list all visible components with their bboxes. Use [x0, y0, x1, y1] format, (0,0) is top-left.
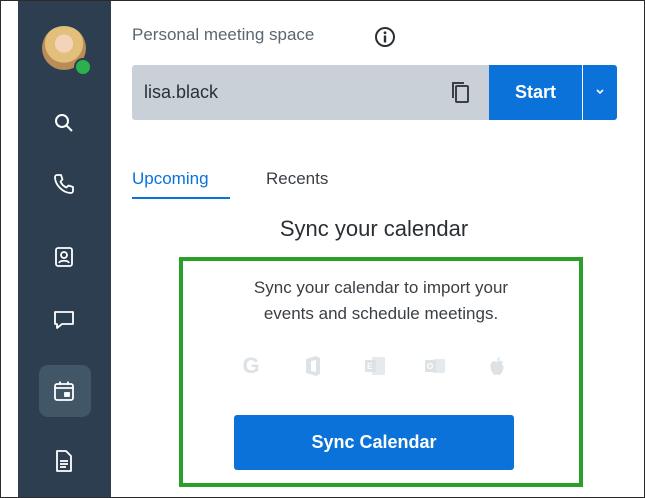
- start-options-dropdown[interactable]: [583, 65, 617, 120]
- chevron-down-icon: [594, 84, 606, 102]
- main-panel: Personal meeting space lisa.black Start …: [111, 1, 644, 497]
- sync-calendar-button[interactable]: Sync Calendar: [234, 415, 514, 470]
- tab-active-indicator: [132, 197, 230, 199]
- sync-description: Sync your calendar to import your events…: [183, 275, 579, 327]
- info-icon[interactable]: [374, 26, 396, 48]
- svg-text:O: O: [427, 362, 433, 371]
- exchange-icon: E: [362, 353, 388, 379]
- outlook-icon: O: [422, 353, 448, 379]
- meeting-link-field[interactable]: lisa.black: [132, 65, 489, 120]
- meeting-link-value: lisa.black: [144, 82, 219, 102]
- calendar-icon[interactable]: [46, 373, 82, 409]
- start-meeting-button[interactable]: Start: [489, 65, 582, 120]
- sync-calendar-panel: Sync your calendar to import your events…: [179, 257, 583, 487]
- sync-description-line1: Sync your calendar to import your: [253, 278, 509, 297]
- notes-icon[interactable]: [46, 443, 82, 479]
- avatar[interactable]: [42, 26, 92, 76]
- copy-icon[interactable]: [448, 79, 474, 107]
- app-window: Personal meeting space lisa.black Start …: [0, 0, 645, 498]
- phone-icon[interactable]: [46, 166, 82, 202]
- sidebar: [18, 1, 111, 497]
- chat-icon[interactable]: [46, 302, 82, 338]
- tab-upcoming[interactable]: Upcoming: [132, 169, 209, 189]
- sync-description-line2: events and schedule meetings.: [263, 304, 499, 323]
- search-icon[interactable]: [46, 105, 82, 141]
- presence-indicator: [74, 58, 92, 76]
- contacts-icon[interactable]: [46, 239, 82, 275]
- google-icon: G: [242, 353, 260, 378]
- calendar-providers: G E O: [238, 353, 528, 381]
- personal-meeting-space-label: Personal meeting space: [132, 25, 315, 44]
- apple-icon: [484, 353, 510, 379]
- sync-calendar-heading: Sync your calendar: [279, 216, 469, 241]
- tab-recents[interactable]: Recents: [266, 169, 328, 189]
- svg-text:E: E: [367, 362, 373, 371]
- office-icon: [300, 353, 326, 379]
